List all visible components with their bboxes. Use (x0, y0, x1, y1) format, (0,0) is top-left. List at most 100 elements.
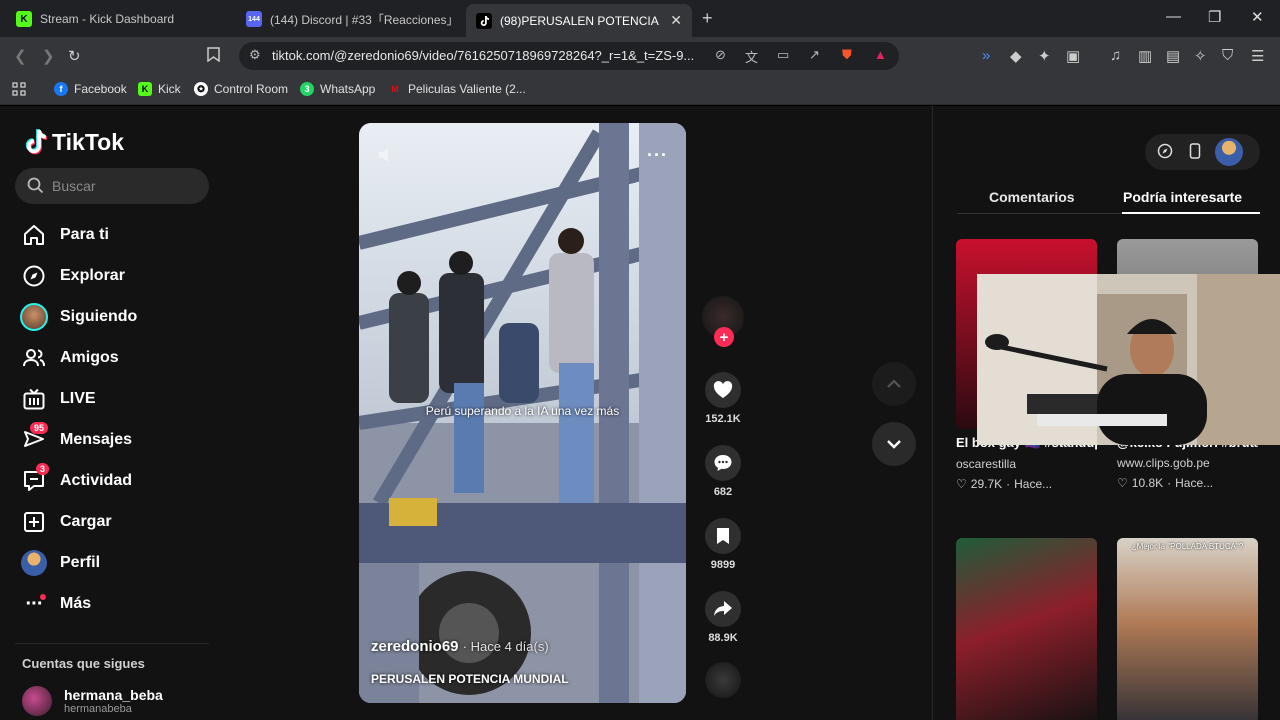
apps-grid-icon[interactable] (12, 82, 26, 96)
author-name[interactable]: zeredonio69 (371, 638, 459, 655)
cast-icon[interactable]: ▭ (777, 47, 789, 63)
translate-icon[interactable]: 文 (745, 47, 758, 66)
nav-para-ti[interactable]: Para ti (20, 219, 109, 251)
new-tab-button[interactable]: + (702, 8, 713, 29)
share-icon[interactable]: ↗ (809, 47, 820, 63)
tab-podria-interesarte[interactable]: Podría interesarte (1123, 189, 1242, 205)
device-icon[interactable] (1189, 143, 1201, 164)
screenshot-icon[interactable]: ▣ (1066, 47, 1080, 65)
nav-actividad[interactable]: 3 Actividad (20, 463, 133, 497)
tab-title: Stream - Kick Dashboard (40, 12, 175, 26)
kick-icon: K (138, 82, 152, 96)
video-author[interactable]: zeredonio69 · Hace 4 día(s) (371, 638, 549, 655)
video-thumbnail[interactable] (956, 538, 1097, 720)
compass-icon[interactable] (1157, 143, 1173, 164)
bookmark-kick[interactable]: K Kick (138, 82, 181, 96)
extension-diamond-icon[interactable]: ◆ (1010, 47, 1022, 65)
sound-disc[interactable] (702, 662, 744, 698)
wallet-icon[interactable]: ▤ (1166, 47, 1180, 65)
card-meta: ♡ 10.8K · Hace... (1117, 476, 1258, 490)
bookmark-label: Facebook (74, 82, 127, 96)
minimize-window-icon[interactable]: — (1166, 8, 1181, 25)
leo-ai-icon[interactable]: ✧ (1194, 47, 1207, 65)
video-player[interactable]: ··· Perú superando a la IA una vez más z… (359, 123, 686, 703)
nav-mas[interactable]: ··· Más (20, 588, 92, 620)
compass-icon (20, 262, 48, 290)
suggested-video-card[interactable] (956, 538, 1097, 720)
card-author[interactable]: oscarestilla (956, 457, 1097, 471)
nav-cargar[interactable]: Cargar (20, 506, 112, 538)
tiktok-sidebar: TikTok Para ti Explorar Siguiendo Amigos… (0, 106, 230, 720)
video-description: PERUSALEN POTENCIA MUNDIAL (371, 672, 569, 686)
music-disc-icon (705, 662, 741, 698)
nav-label: Siguiendo (60, 308, 138, 325)
bookmark-icon[interactable] (207, 47, 220, 66)
reload-icon[interactable]: ↻ (68, 47, 81, 65)
bookmark-control-room[interactable]: ✪ Control Room (194, 82, 288, 96)
share-button[interactable]: 88.9K (702, 591, 744, 644)
tab-discord[interactable]: 144 (144) Discord | #33「Reacciones」| B (236, 5, 464, 33)
nav-explorar[interactable]: Explorar (20, 260, 125, 292)
nav-label: Actividad (60, 472, 133, 489)
close-window-icon[interactable]: ✕ (1251, 8, 1264, 26)
nav-perfil[interactable]: Perfil (20, 547, 100, 579)
site-settings-icon[interactable]: ⚙ (249, 47, 261, 63)
extensions-icon[interactable]: ✦ (1038, 47, 1051, 65)
nav-mensajes[interactable]: 95 Mensajes (20, 422, 133, 456)
search-input[interactable] (52, 168, 202, 204)
previous-video-button[interactable] (872, 362, 916, 406)
card-meta: ♡ 29.7K · Hace... (956, 477, 1097, 491)
address-bar[interactable]: ⚙ tiktok.com/@zeredonio69/video/76162507… (239, 42, 899, 70)
dot: · (1167, 476, 1172, 490)
share-arrow-icon (705, 591, 741, 627)
tab-tiktok-active[interactable]: (98)PERUSALEN POTENCIA MUN ✕ (466, 4, 692, 37)
heart-outline-icon: ♡ (1117, 476, 1128, 490)
maximize-window-icon[interactable]: ❐ (1208, 8, 1221, 26)
following-avatar (20, 303, 48, 331)
url-text[interactable]: tiktok.com/@zeredonio69/video/7616250718… (272, 48, 700, 63)
vpn-icon[interactable]: ⛉ (1222, 47, 1233, 64)
card-author[interactable]: www.clips.gob.pe (1117, 456, 1258, 470)
activity-badge: 3 (36, 463, 50, 475)
video-thumbnail[interactable]: ¿Mejor la "POLLADA BTUCA"? (1117, 538, 1258, 720)
tiktok-icon (476, 12, 492, 29)
suggested-video-card[interactable]: ¿Mejor la "POLLADA BTUCA"? (1117, 538, 1258, 720)
tab-comentarios[interactable]: Comentarios (989, 189, 1075, 205)
bookmark-label: WhatsApp (320, 82, 376, 96)
like-button[interactable]: 152.1K (702, 372, 744, 425)
bookmark-icon (705, 518, 741, 554)
forward-icon[interactable]: ❯ (42, 47, 55, 65)
nav-siguiendo[interactable]: Siguiendo (20, 301, 137, 333)
save-button[interactable]: 9899 (702, 518, 744, 571)
dot: · (1006, 477, 1011, 491)
bookmark-whatsapp[interactable]: 3 WhatsApp (300, 82, 375, 96)
follow-plus-button[interactable]: + (714, 327, 734, 347)
mute-icon[interactable] (377, 145, 399, 170)
back-icon[interactable]: ❮ (14, 47, 27, 65)
media-control-icon[interactable]: ♫ (1110, 47, 1121, 64)
nav-label: Mensajes (60, 431, 133, 448)
close-tab-icon[interactable]: ✕ (670, 12, 682, 29)
brave-rewards-icon[interactable]: ▲ (874, 47, 887, 62)
nav-amigos[interactable]: Amigos (20, 342, 119, 374)
search-box[interactable] (15, 168, 209, 204)
comment-button[interactable]: 682 (702, 445, 744, 498)
video-time: · Hace 4 día(s) (462, 639, 549, 654)
tab-kick-dashboard[interactable]: K Stream - Kick Dashboard (6, 5, 234, 33)
heart-icon (705, 372, 741, 408)
menu-icon[interactable]: ☰ (1251, 47, 1264, 65)
more-options-icon[interactable]: ··· (647, 145, 668, 166)
tiktok-logo[interactable]: TikTok (22, 128, 124, 156)
movie-site-icon: M (391, 84, 399, 94)
bookmark-peliculas[interactable]: M Peliculas Valiente (2... (388, 82, 526, 96)
profile-avatar[interactable] (1215, 138, 1243, 166)
nav-live[interactable]: LIVE (20, 383, 96, 415)
card-time: Hace... (1175, 476, 1214, 490)
audio-playing-icon[interactable]: » (982, 47, 990, 64)
brave-shield-icon[interactable]: ⛊ (842, 47, 852, 63)
sidebar-toggle-icon[interactable]: ▥ (1138, 47, 1152, 65)
following-account[interactable]: hermana_beba hermanabeba (22, 686, 163, 716)
bookmark-facebook[interactable]: f Facebook (54, 82, 127, 96)
next-video-button[interactable] (872, 422, 916, 466)
no-tracking-icon[interactable]: ⊘ (715, 47, 726, 63)
